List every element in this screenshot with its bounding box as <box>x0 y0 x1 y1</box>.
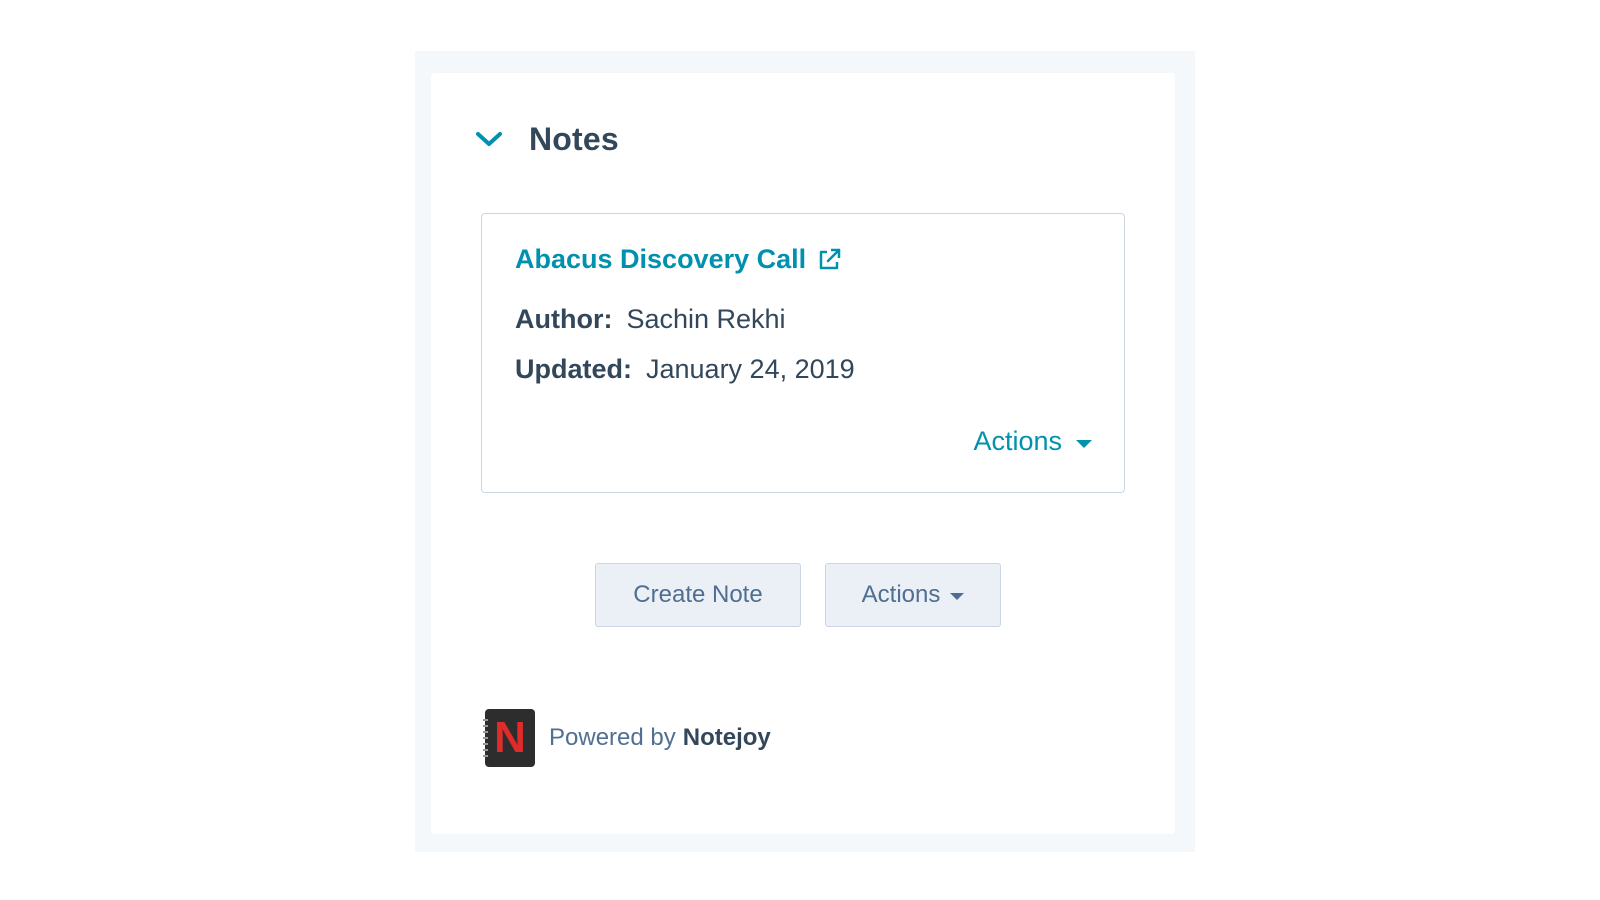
logo-letter: N <box>494 713 526 762</box>
updated-row: Updated: January 24, 2019 <box>515 354 855 385</box>
note-title[interactable]: Abacus Discovery Call <box>515 244 806 275</box>
caret-down-icon[interactable] <box>950 593 965 600</box>
caret-down-icon[interactable] <box>1076 439 1092 448</box>
actions-dropdown-button[interactable]: Actions <box>825 563 1001 627</box>
updated-value: January 24, 2019 <box>646 354 855 384</box>
chevron-down-icon[interactable] <box>475 126 503 154</box>
notejoy-logo-icon: N <box>483 709 535 767</box>
notes-panel: Notes Abacus Discovery Call Author: Sachi… <box>431 73 1175 834</box>
note-actions-label[interactable]: Actions <box>973 426 1062 457</box>
powered-by-text: Powered by <box>549 724 676 751</box>
notes-sidebar-frame: Notes Abacus Discovery Call Author: Sachi… <box>415 51 1195 852</box>
create-note-button[interactable]: Create Note <box>595 563 801 627</box>
brand-name: Notejoy <box>682 724 771 751</box>
external-link-icon[interactable] <box>816 247 842 273</box>
actions-button-label[interactable]: Actions <box>862 581 941 609</box>
note-title-link[interactable]: Abacus Discovery Call <box>515 244 842 275</box>
section-title: Notes <box>529 121 619 157</box>
author-value: Sachin Rekhi <box>626 304 786 334</box>
updated-label: Updated: <box>515 354 632 384</box>
author-row: Author: Sachin Rekhi <box>515 304 786 335</box>
author-label: Author: <box>515 304 613 334</box>
notes-section-header[interactable]: Notes <box>475 121 619 158</box>
note-actions-dropdown[interactable]: Actions <box>973 426 1092 457</box>
note-card: Abacus Discovery Call Author: Sachin Rekh… <box>481 213 1125 493</box>
notebook-rings <box>483 719 488 757</box>
powered-by-footer: N Powered by Notejoy <box>483 709 771 767</box>
